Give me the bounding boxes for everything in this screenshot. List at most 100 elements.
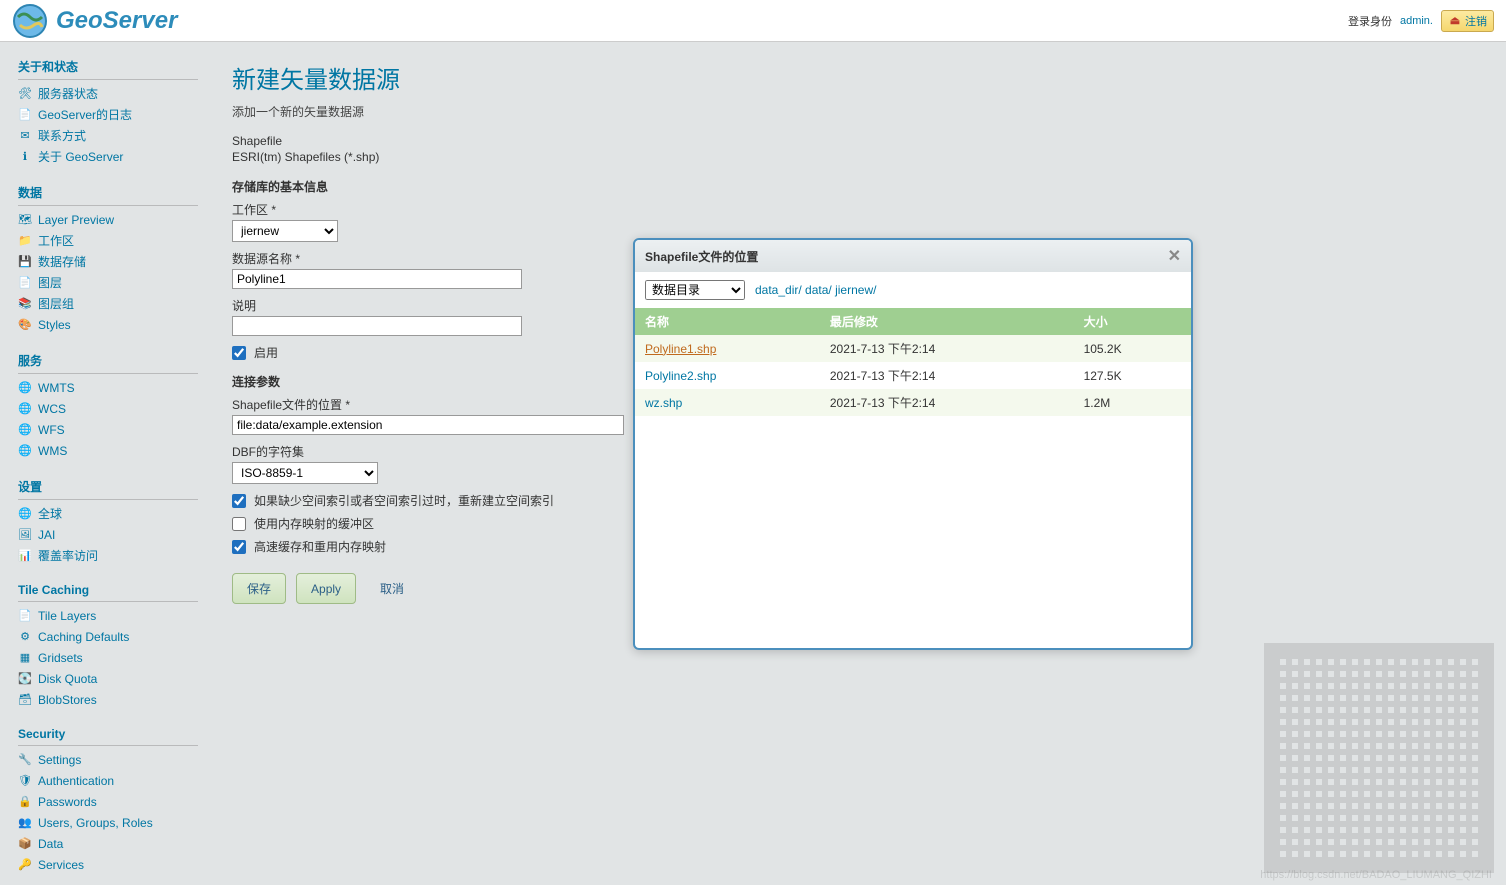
- sidebar-item[interactable]: ✉ 联系方式: [18, 126, 198, 147]
- sidebar-item-label: Disk Quota: [38, 671, 97, 688]
- cancel-button[interactable]: 取消: [366, 573, 418, 604]
- sidebar-item-icon: 🔒: [18, 796, 32, 810]
- file-size: 127.5K: [1074, 362, 1191, 389]
- close-icon[interactable]: ✕: [1168, 246, 1181, 266]
- sidebar-item-icon: 📄: [18, 610, 32, 624]
- user-link[interactable]: admin.: [1400, 15, 1433, 27]
- table-row[interactable]: Polyline2.shp2021-7-13 下午2:14127.5K: [635, 362, 1191, 389]
- file-link[interactable]: wz.shp: [645, 396, 682, 410]
- sidebar-item[interactable]: 🌐WFS: [18, 420, 198, 441]
- sidebar-item-label: BlobStores: [38, 692, 97, 709]
- sidebar-item[interactable]: 📄 Tile Layers: [18, 606, 198, 627]
- col-size[interactable]: 大小: [1074, 308, 1191, 335]
- sidebar-item[interactable]: 👥Users, Groups, Roles: [18, 813, 198, 834]
- sidebar-item[interactable]: 📁工作区: [18, 231, 198, 252]
- sidebar-item[interactable]: 🛡Authentication: [18, 771, 198, 792]
- breadcrumb-segment[interactable]: data_dir/: [755, 283, 802, 297]
- sidebar-item-label: 服务器状态: [38, 86, 98, 103]
- description-input[interactable]: [232, 316, 522, 336]
- col-modified[interactable]: 最后修改: [820, 308, 1074, 335]
- sidebar-item-label: GeoServer的日志: [38, 107, 132, 124]
- sidebar-item-label: Authentication: [38, 773, 114, 790]
- sidebar-item[interactable]: 🖼JAI: [18, 525, 198, 546]
- workspace-label: 工作区 *: [232, 201, 1484, 218]
- basic-info-heading: 存储库的基本信息: [232, 178, 1484, 195]
- sidebar-item-label: Gridsets: [38, 650, 83, 667]
- cache-mem-checkbox[interactable]: [232, 540, 246, 554]
- sidebar-item[interactable]: 💾 数据存储: [18, 252, 198, 273]
- sidebar-item-icon: 🌐: [18, 508, 32, 522]
- sidebar-item[interactable]: ▦Gridsets: [18, 648, 198, 669]
- sidebar-item[interactable]: ℹ关于 GeoServer: [18, 147, 198, 168]
- sidebar-item[interactable]: 🌐WCS: [18, 399, 198, 420]
- file-size: 105.2K: [1074, 335, 1191, 362]
- save-button[interactable]: 保存: [232, 573, 286, 604]
- sidebar-item[interactable]: 📄 GeoServer的日志: [18, 105, 198, 126]
- sidebar-section-title: 数据: [18, 178, 198, 206]
- sidebar-item-label: 联系方式: [38, 128, 86, 145]
- sidebar-item[interactable]: 📄图层: [18, 273, 198, 294]
- workspace-select[interactable]: jiernew: [232, 220, 338, 242]
- sidebar-item-label: Tile Layers: [38, 608, 96, 625]
- mem-map-checkbox[interactable]: [232, 517, 246, 531]
- modal-title: Shapefile文件的位置: [645, 248, 758, 265]
- breadcrumb-segment[interactable]: data/: [805, 283, 832, 297]
- enable-label: 启用: [254, 344, 278, 361]
- sidebar-item[interactable]: 🛠 服务器状态: [18, 84, 198, 105]
- sidebar-item-icon: ✉: [18, 130, 32, 144]
- sidebar-item[interactable]: 📚图层组: [18, 294, 198, 315]
- shapefile-location-input[interactable]: [232, 415, 624, 435]
- sidebar-item[interactable]: 📦Data: [18, 834, 198, 855]
- sidebar-item-icon: 🛠: [18, 88, 32, 102]
- sidebar-item[interactable]: ⚙Caching Defaults: [18, 627, 198, 648]
- sidebar-item[interactable]: 🔑Services: [18, 855, 198, 876]
- sidebar-section-title: 设置: [18, 472, 198, 500]
- sidebar-item-icon: 📊: [18, 550, 32, 564]
- sidebar-item-icon: 🗃: [18, 694, 32, 708]
- sidebar-item-icon: 🗺: [18, 214, 32, 228]
- header-right: 登录身份 admin. ⏏ 注销: [1348, 10, 1494, 32]
- logo[interactable]: GeoServer: [12, 3, 177, 39]
- sidebar-item-label: 数据存储: [38, 254, 86, 271]
- sidebar-item[interactable]: 📊覆盖率访问: [18, 546, 198, 567]
- spatial-index-checkbox[interactable]: [232, 494, 246, 508]
- file-modified: 2021-7-13 下午2:14: [820, 335, 1074, 362]
- sidebar-item-icon: 📄: [18, 109, 32, 123]
- sidebar-item-icon: 👥: [18, 817, 32, 831]
- sidebar-item-icon: 🌐: [18, 445, 32, 459]
- table-row[interactable]: wz.shp2021-7-13 下午2:141.2M: [635, 389, 1191, 416]
- logout-icon: ⏏: [1448, 14, 1462, 28]
- dbf-charset-select[interactable]: ISO-8859-1: [232, 462, 378, 484]
- col-name[interactable]: 名称: [635, 308, 820, 335]
- file-link[interactable]: Polyline2.shp: [645, 369, 716, 383]
- sidebar-item[interactable]: 🎨Styles: [18, 315, 198, 336]
- breadcrumb: data_dir/ data/ jiernew/: [755, 283, 876, 297]
- logged-as-label: 登录身份: [1348, 13, 1392, 29]
- datasource-name-input[interactable]: [232, 269, 522, 289]
- geoserver-globe-icon: [12, 3, 48, 39]
- header: GeoServer 登录身份 admin. ⏏ 注销: [0, 0, 1506, 42]
- sidebar-item-icon: 💾: [18, 256, 32, 270]
- sidebar-item[interactable]: 🌐全球: [18, 504, 198, 525]
- sidebar-item-icon: 🌐: [18, 382, 32, 396]
- file-link[interactable]: Polyline1.shp: [645, 342, 716, 356]
- sidebar-item[interactable]: 🌐WMTS: [18, 378, 198, 399]
- sidebar-item-icon: 🔧: [18, 754, 32, 768]
- logo-text: GeoServer: [56, 7, 177, 35]
- sidebar-item[interactable]: 🗃 BlobStores: [18, 690, 198, 711]
- sidebar-item[interactable]: 🌐WMS: [18, 441, 198, 462]
- logout-button[interactable]: ⏏ 注销: [1441, 10, 1494, 32]
- sidebar-item[interactable]: 🔒Passwords: [18, 792, 198, 813]
- sidebar-section-title: Tile Caching: [18, 577, 198, 602]
- sidebar-item-label: 关于 GeoServer: [38, 149, 123, 166]
- breadcrumb-segment[interactable]: jiernew/: [835, 283, 876, 297]
- sidebar-item-label: Services: [38, 857, 84, 874]
- enable-checkbox[interactable]: [232, 346, 246, 360]
- sidebar-item[interactable]: 🔧Settings: [18, 750, 198, 771]
- sidebar-item-label: 工作区: [38, 233, 74, 250]
- sidebar-item[interactable]: 🗺Layer Preview: [18, 210, 198, 231]
- root-dir-select[interactable]: 数据目录: [645, 280, 745, 300]
- table-row[interactable]: Polyline1.shp 2021-7-13 下午2:14105.2K: [635, 335, 1191, 362]
- apply-button[interactable]: Apply: [296, 573, 356, 604]
- sidebar-item[interactable]: 💽Disk Quota: [18, 669, 198, 690]
